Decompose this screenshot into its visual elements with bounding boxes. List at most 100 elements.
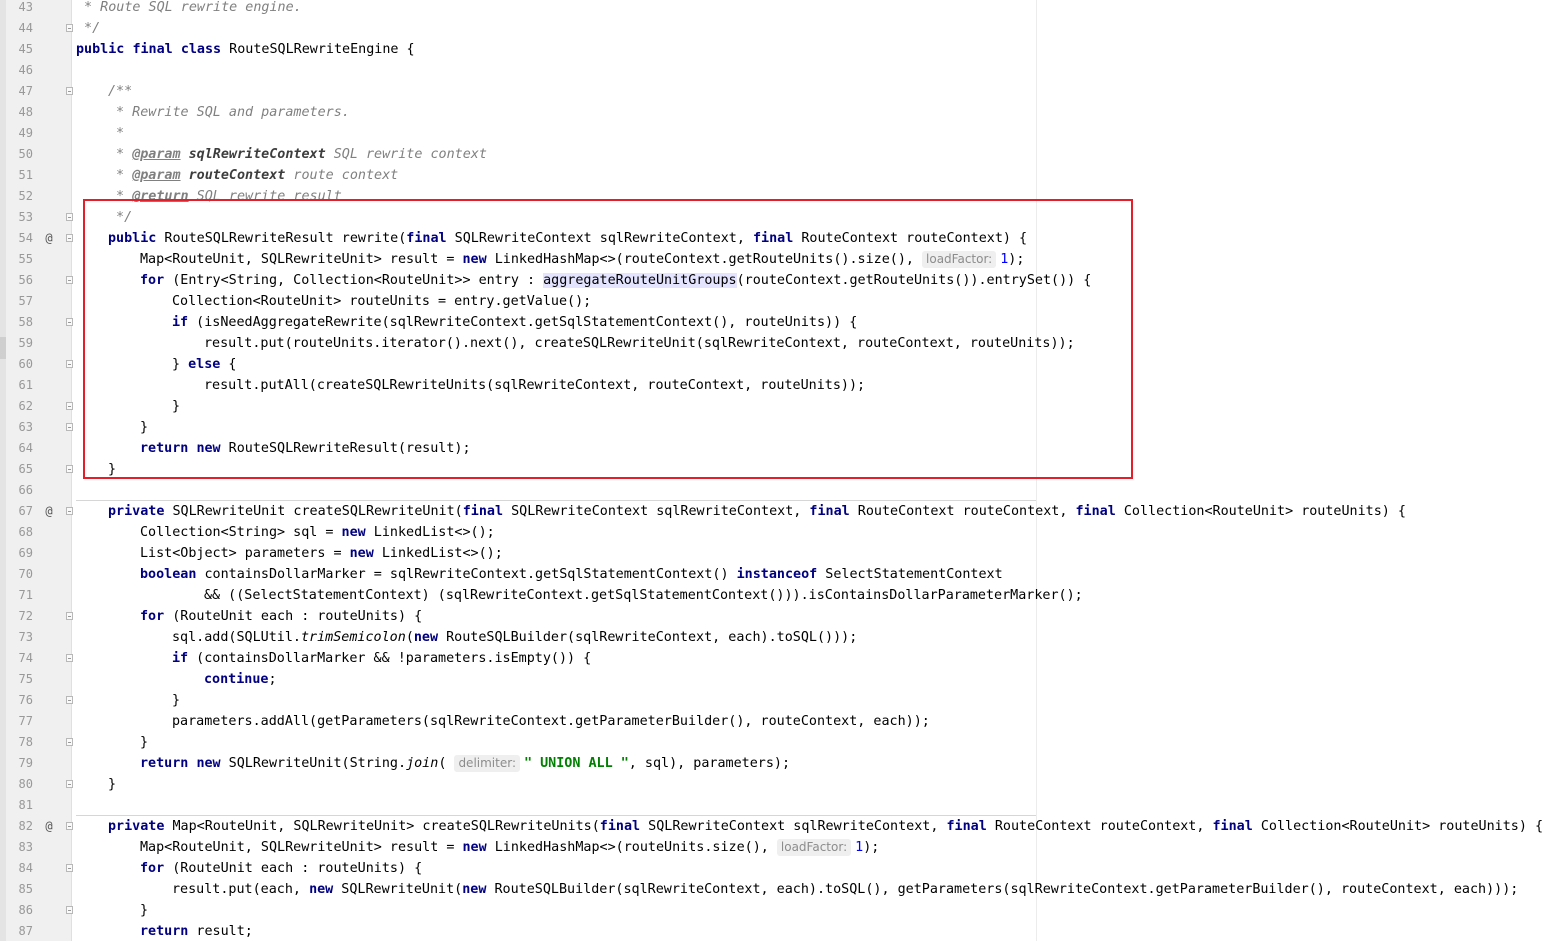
fold-toggle-icon[interactable] (66, 906, 73, 914)
fold-toggle-icon[interactable] (66, 276, 73, 284)
code-text[interactable]: */ (76, 18, 100, 39)
code-text[interactable]: boolean containsDollarMarker = sqlRewrit… (140, 564, 1003, 585)
code-text[interactable]: result.put(each, new SQLRewriteUnit(new … (172, 879, 1518, 900)
code-line[interactable]: 44 */ (0, 18, 1549, 39)
code-token: RouteSQLBuilder(sqlRewriteContext, each)… (438, 630, 858, 645)
code-line[interactable]: 84 for (RouteUnit each : routeUnits) { (0, 858, 1549, 879)
code-text[interactable]: return result; (140, 921, 253, 942)
fold-toggle-icon[interactable] (66, 465, 73, 473)
fold-toggle-icon[interactable] (66, 822, 73, 830)
code-text[interactable]: public final class RouteSQLRewriteEngine… (76, 39, 415, 60)
code-line[interactable]: 80} (0, 774, 1549, 795)
code-line[interactable]: 77 parameters.addAll(getParameters(sqlRew… (0, 711, 1549, 732)
code-line[interactable]: 46 (0, 60, 1549, 81)
code-text[interactable]: private SQLRewriteUnit createSQLRewriteU… (108, 501, 1406, 522)
code-text[interactable]: for (RouteUnit each : routeUnits) { (140, 858, 422, 879)
code-line[interactable]: 43 * Route SQL rewrite engine. (0, 0, 1549, 18)
code-text[interactable]: && ((SelectStatementContext) (sqlRewrite… (204, 585, 1083, 606)
fold-toggle-icon[interactable] (66, 696, 73, 704)
override-marker-icon[interactable]: @ (42, 501, 56, 522)
code-line[interactable]: 78} (0, 732, 1549, 753)
code-line[interactable]: 69 List<Object> parameters = new LinkedLi… (0, 543, 1549, 564)
fold-toggle-icon[interactable] (66, 234, 73, 242)
code-text[interactable]: Map<RouteUnit, SQLRewriteUnit> result = … (140, 837, 879, 858)
code-line[interactable]: 75 continue; (0, 669, 1549, 690)
code-text[interactable]: * (108, 123, 124, 144)
code-line[interactable]: 86} (0, 900, 1549, 921)
fold-toggle-icon[interactable] (66, 213, 73, 221)
fold-toggle-icon[interactable] (66, 780, 73, 788)
code-token: instanceof (736, 567, 818, 582)
code-text[interactable]: parameters.addAll(getParameters(sqlRewri… (172, 711, 930, 732)
fold-toggle-icon[interactable] (66, 423, 73, 431)
code-text[interactable]: } (108, 774, 116, 795)
code-line[interactable]: 49 * (0, 123, 1549, 144)
code-text[interactable]: } (140, 732, 148, 753)
fold-toggle-icon[interactable] (66, 24, 73, 32)
code-text[interactable]: * @param routeContext route context (108, 165, 398, 186)
code-line[interactable]: 70 boolean containsDollarMarker = sqlRewr… (0, 564, 1549, 585)
override-marker-icon[interactable]: @ (42, 228, 56, 249)
code-line[interactable]: 82 @ private Map<RouteUnit, SQLRewriteUnit… (0, 816, 1549, 837)
line-number: 60 (18, 357, 33, 371)
code-line[interactable]: 79 return new SQLRewriteUnit(String.join(… (0, 753, 1549, 774)
fold-toggle-icon[interactable] (66, 654, 73, 662)
code-line[interactable]: 74 if (containsDollarMarker && !parameter… (0, 648, 1549, 669)
code-text[interactable]: for (RouteUnit each : routeUnits) { (140, 606, 422, 627)
code-line[interactable]: 67 @ private SQLRewriteUnit createSQLRewri… (0, 501, 1549, 522)
fold-toggle-icon[interactable] (66, 318, 73, 326)
code-line[interactable]: 48 * Rewrite SQL and parameters. (0, 102, 1549, 123)
code-token: final (809, 504, 850, 519)
code-text[interactable]: /** (108, 81, 132, 102)
code-text[interactable]: * @param sqlRewriteContext SQL rewrite c… (108, 144, 487, 165)
code-text[interactable]: * Route SQL rewrite engine. (76, 0, 302, 18)
line-number: 44 (18, 21, 33, 35)
code-text[interactable]: List<Object> parameters = new LinkedList… (140, 543, 503, 564)
code-token: new (413, 630, 439, 645)
code-text[interactable]: * Rewrite SQL and parameters. (108, 102, 350, 123)
code-line[interactable]: 50 * @param sqlRewriteContext SQL rewrit… (0, 144, 1549, 165)
code-line[interactable]: 72 for (RouteUnit each : routeUnits) { (0, 606, 1549, 627)
code-line[interactable]: 76} (0, 690, 1549, 711)
code-text[interactable]: Collection<String> sql = new LinkedList<… (140, 522, 495, 543)
code-token: final (946, 819, 987, 834)
code-token: sql.add(SQLUtil. (172, 630, 301, 645)
override-marker-icon[interactable]: @ (42, 816, 56, 837)
code-token: return (140, 924, 189, 939)
code-line[interactable]: 47 /** (0, 81, 1549, 102)
line-number: 46 (18, 63, 33, 77)
code-text[interactable]: continue; (204, 669, 277, 690)
code-text[interactable]: sql.add(SQLUtil.trimSemicolon(new RouteS… (172, 627, 857, 648)
fold-toggle-icon[interactable] (66, 864, 73, 872)
code-text[interactable]: } (140, 900, 148, 921)
line-number: 86 (18, 903, 33, 917)
code-token: final (1075, 504, 1116, 519)
fold-toggle-icon[interactable] (66, 738, 73, 746)
code-text[interactable]: return new SQLRewriteUnit(String.join( d… (140, 753, 790, 774)
fold-toggle-icon[interactable] (66, 360, 73, 368)
fold-toggle-icon[interactable] (66, 402, 73, 410)
code-text[interactable]: } (172, 690, 180, 711)
fold-toggle-icon[interactable] (66, 507, 73, 515)
code-line[interactable]: 83 Map<RouteUnit, SQLRewriteUnit> result … (0, 837, 1549, 858)
line-number: 70 (18, 567, 33, 581)
code-line[interactable]: 73 sql.add(SQLUtil.trimSemicolon(new Rout… (0, 627, 1549, 648)
code-editor[interactable]: 43 * Route SQL rewrite engine. 44 */45 pub… (0, 0, 1549, 941)
code-line[interactable]: 68 Collection<String> sql = new LinkedLis… (0, 522, 1549, 543)
code-token: private (108, 819, 165, 834)
code-line[interactable]: 45 public final class RouteSQLRewriteEngi… (0, 39, 1549, 60)
fold-toggle-icon[interactable] (66, 612, 73, 620)
code-token: } (140, 735, 149, 750)
line-number: 76 (18, 693, 33, 707)
code-line[interactable]: 87 return result; (0, 921, 1549, 942)
code-token: trimSemicolon (301, 630, 406, 645)
code-text[interactable]: private Map<RouteUnit, SQLRewriteUnit> c… (108, 816, 1543, 837)
fold-toggle-icon[interactable] (66, 87, 73, 95)
line-number: 72 (18, 609, 33, 623)
code-line[interactable]: 85 result.put(each, new SQLRewriteUnit(ne… (0, 879, 1549, 900)
code-line[interactable]: 81 (0, 795, 1549, 816)
code-line[interactable]: 51 * @param routeContext route context (0, 165, 1549, 186)
code-line[interactable]: 66 (0, 480, 1549, 501)
code-text[interactable]: if (containsDollarMarker && !parameters.… (172, 648, 591, 669)
code-line[interactable]: 71 && ((SelectStatementContext) (sqlRewri… (0, 585, 1549, 606)
